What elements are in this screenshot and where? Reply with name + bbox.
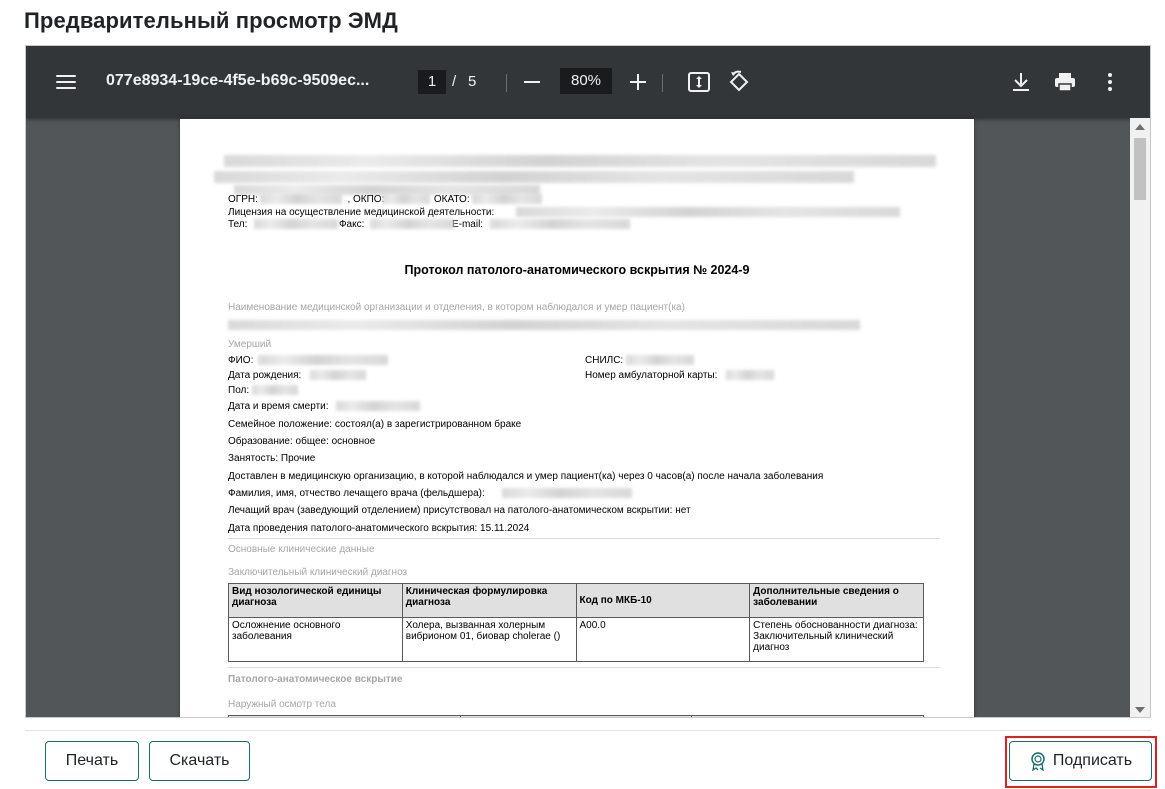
redacted-text bbox=[254, 219, 338, 229]
toolbar-divider bbox=[662, 74, 663, 92]
redacted-text bbox=[490, 219, 630, 229]
page-separator: / bbox=[452, 73, 457, 90]
fio-label: ФИО: bbox=[228, 355, 254, 366]
print-icon[interactable] bbox=[1052, 70, 1078, 94]
table-header: Дополнительные сведения о заболевании bbox=[749, 583, 924, 618]
zoom-in-icon[interactable] bbox=[628, 72, 648, 92]
marital-status: Семейное положение: состоял(а) в зарегис… bbox=[228, 419, 522, 430]
final-diagnosis-label: Заключительный клинический диагноз bbox=[228, 567, 408, 578]
license-line: Лицензия на осуществление медицинской де… bbox=[228, 207, 495, 218]
pdf-page: ОГРН: , ОКПО: ОКАТО: Лицензия на осущест… bbox=[180, 119, 974, 717]
redacted-text bbox=[260, 194, 342, 204]
page-title: Предварительный просмотр ЭМД bbox=[24, 8, 398, 33]
snils-label: СНИЛС: bbox=[585, 355, 624, 366]
scroll-down-icon[interactable] bbox=[1135, 707, 1145, 713]
rotate-icon[interactable] bbox=[726, 69, 752, 95]
table-header: Клиническая формулировка диагноза bbox=[401, 583, 577, 618]
death-label: Дата и время смерти: bbox=[228, 401, 329, 412]
exam-table bbox=[228, 715, 924, 717]
page-number-input[interactable]: 1 bbox=[418, 70, 446, 94]
page-total: 5 bbox=[468, 73, 477, 90]
birth-label: Дата рождения: bbox=[228, 370, 302, 381]
pdf-toolbar: 077e8934-19ce-4f5e-b69c-9509ec... 1 / 5 … bbox=[26, 46, 1150, 118]
table-header-row: Вид нозологической единицы диагноза Клин… bbox=[228, 583, 924, 618]
deceased-label: Умерший bbox=[228, 339, 272, 350]
document-name: 077e8934-19ce-4f5e-b69c-9509ec... bbox=[106, 72, 370, 89]
zoom-level[interactable]: 80% bbox=[560, 68, 612, 94]
redacted-text bbox=[502, 488, 632, 498]
table-cell: Степень обоснованности диагноза: Заключи… bbox=[749, 617, 924, 662]
download-button[interactable]: Скачать bbox=[149, 741, 250, 781]
fit-page-icon[interactable] bbox=[686, 70, 712, 94]
doctor-attended: Лечащий врач (заведующий отделением) при… bbox=[228, 505, 691, 516]
card-label: Номер амбулаторной карты: bbox=[585, 370, 718, 381]
section-divider bbox=[228, 667, 940, 668]
redacted-text bbox=[336, 401, 420, 411]
redacted-text bbox=[224, 155, 936, 167]
footer-divider bbox=[25, 730, 1151, 731]
print-button[interactable]: Печать bbox=[45, 741, 139, 781]
redacted-text bbox=[726, 370, 774, 380]
redacted-text bbox=[382, 194, 430, 204]
scrollbar[interactable] bbox=[1130, 118, 1150, 717]
sign-button-label: Подписать bbox=[1052, 752, 1133, 769]
clinical-section-label: Основные клинические данные bbox=[228, 544, 375, 555]
redacted-text bbox=[214, 171, 854, 183]
delivered-info: Доставлен в медицинскую организацию, в к… bbox=[228, 471, 824, 482]
table-header: Код по МКБ-10 bbox=[575, 583, 751, 618]
redacted-text bbox=[516, 207, 900, 217]
redacted-text bbox=[310, 370, 366, 380]
scroll-thumb[interactable] bbox=[1134, 138, 1146, 200]
certificate-icon bbox=[1031, 752, 1045, 771]
employment: Занятость: Прочие bbox=[228, 453, 316, 464]
education: Образование: общее: основное bbox=[228, 436, 376, 447]
more-options-icon[interactable] bbox=[1100, 70, 1120, 94]
table-row: Осложнение основного заболевания Холера,… bbox=[228, 617, 924, 662]
org-section-label: Наименование медицинской организации и о… bbox=[228, 302, 685, 313]
zoom-out-icon[interactable] bbox=[522, 72, 542, 92]
redacted-text bbox=[472, 194, 542, 204]
autopsy-section-label: Патолого-анатомическое вскрытие bbox=[228, 674, 403, 685]
redacted-text bbox=[370, 219, 454, 229]
document-title: Протокол патолого-анатомического вскрыти… bbox=[404, 263, 750, 277]
redacted-text bbox=[626, 355, 694, 365]
sign-button[interactable]: Подписать bbox=[1009, 741, 1152, 781]
download-icon[interactable] bbox=[1010, 70, 1032, 94]
section-divider bbox=[228, 538, 940, 539]
doctor-label: Фамилия, имя, отчество лечащего врача (ф… bbox=[228, 488, 485, 499]
external-exam-label: Наружный осмотр тела bbox=[228, 699, 336, 710]
pdf-viewer: 077e8934-19ce-4f5e-b69c-9509ec... 1 / 5 … bbox=[25, 45, 1151, 718]
table-cell: A00.0 bbox=[575, 617, 751, 662]
redacted-text bbox=[228, 320, 860, 330]
sex-label: Пол: bbox=[228, 385, 250, 396]
redacted-text bbox=[252, 385, 298, 395]
autopsy-date: Дата проведения патолого-анатомического … bbox=[228, 523, 530, 534]
toolbar-divider bbox=[506, 74, 507, 92]
menu-icon[interactable] bbox=[54, 70, 78, 94]
table-cell: Осложнение основного заболевания bbox=[228, 617, 403, 662]
table-cell: Холера, вызванная холерным вибрионом 01,… bbox=[401, 617, 577, 662]
table-header: Вид нозологической единицы диагноза bbox=[228, 583, 403, 618]
scroll-up-icon[interactable] bbox=[1135, 124, 1145, 130]
diagnosis-table: Вид нозологической единицы диагноза Клин… bbox=[228, 583, 924, 662]
redacted-text bbox=[258, 355, 388, 365]
